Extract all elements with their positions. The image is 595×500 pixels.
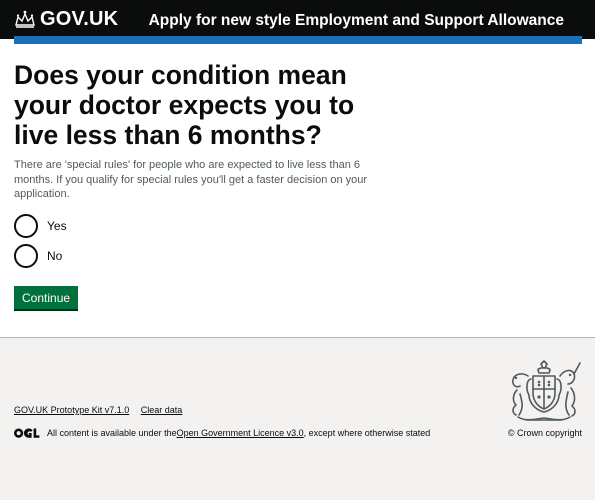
crown-icon — [15, 10, 35, 28]
main-content: Does your condition mean your doctor exp… — [14, 60, 574, 309]
question-hint: There are 'special rules' for people who… — [14, 159, 368, 200]
licence-statement: All content is available under the Open … — [14, 427, 430, 439]
prototype-kit-link[interactable]: GOV.UK Prototype Kit v7.1.0 — [14, 405, 129, 415]
crown-copyright: © Crown copyright — [507, 428, 582, 438]
continue-button[interactable]: Continue — [14, 285, 79, 309]
govuk-logotype: GOV.UK — [40, 8, 119, 30]
site-footer: GOV.UK Prototype Kit v7.1.0 Clear data A… — [0, 337, 595, 500]
licence-suffix: , except where otherwise stated — [303, 428, 431, 438]
royal-coat-of-arms-icon — [512, 360, 581, 421]
radio-no-label[interactable]: No — [47, 248, 62, 264]
header-container: GOV.UK Apply for new style Employment an… — [14, 8, 582, 36]
licence-prefix: All content is available under the — [47, 428, 177, 438]
service-name-link[interactable]: Apply for new style Employment and Suppo… — [149, 10, 564, 32]
radio-option-no[interactable]: No — [14, 243, 574, 268]
question-heading: Does your condition mean your doctor exp… — [14, 60, 355, 150]
govuk-home-link[interactable]: GOV.UK — [14, 8, 118, 30]
radio-group: Yes No — [14, 213, 574, 268]
radio-no-input[interactable] — [14, 243, 38, 268]
clear-data-link[interactable]: Clear data — [141, 405, 183, 415]
ogl-licence-link[interactable]: Open Government Licence v3.0 — [177, 427, 304, 439]
radio-yes-label[interactable]: Yes — [47, 218, 67, 234]
radio-yes-input[interactable] — [14, 213, 38, 238]
radio-option-yes[interactable]: Yes — [14, 213, 574, 238]
footer-links: GOV.UK Prototype Kit v7.1.0 Clear data — [14, 404, 191, 416]
ogl-logo-icon — [14, 427, 40, 438]
header-blue-bar — [14, 36, 582, 44]
site-header: GOV.UK Apply for new style Employment an… — [0, 0, 595, 44]
